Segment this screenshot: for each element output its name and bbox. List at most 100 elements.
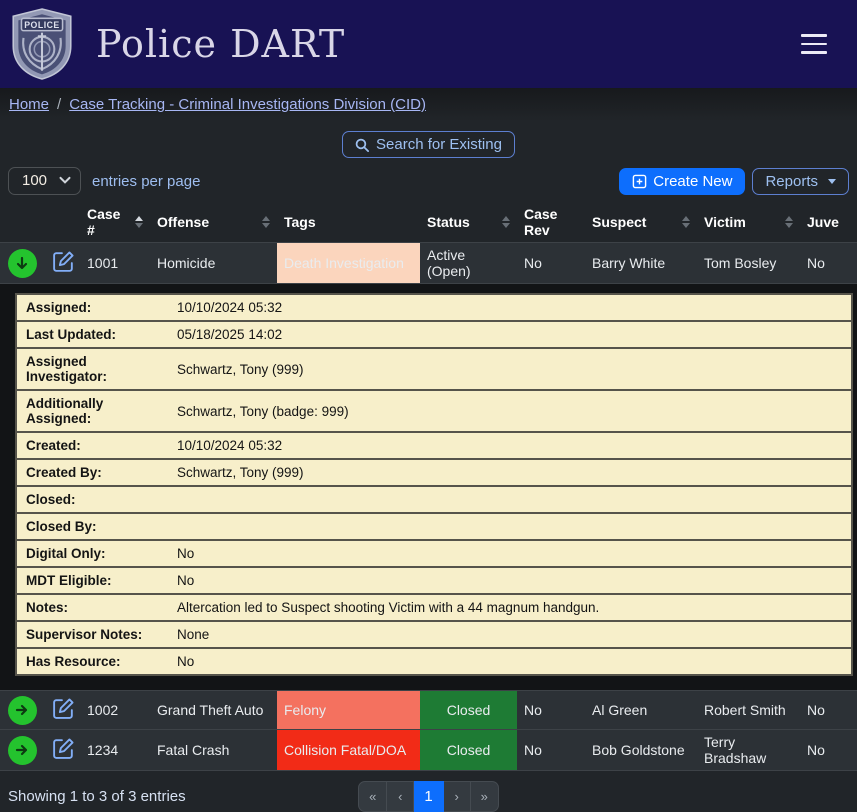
expand-row-button[interactable] <box>8 696 37 725</box>
status-cell: Active (Open) <box>420 243 517 284</box>
column-header-case[interactable]: Case # <box>80 202 150 243</box>
case-detail-value: No <box>168 648 852 675</box>
breadcrumb-home-link[interactable]: Home <box>9 96 49 113</box>
pagination: « ‹ 1 › » <box>358 781 499 812</box>
table-footer: Showing 1 to 3 of 3 entries « ‹ 1 › » <box>0 771 857 812</box>
search-existing-button[interactable]: Search for Existing <box>342 131 515 158</box>
expand-row-button[interactable] <box>8 736 37 765</box>
case-number-cell: 1002 <box>80 691 150 730</box>
case-detail-label: Last Updated: <box>16 321 168 348</box>
tag-cell: Collision Fatal/DOA <box>277 730 420 771</box>
offense-cell: Homicide <box>150 243 277 284</box>
case-details-table: Assigned:10/10/2024 05:32Last Updated:05… <box>15 293 853 676</box>
reports-label: Reports <box>765 173 818 190</box>
create-new-button[interactable]: Create New <box>619 168 745 195</box>
case-detail-row: Created:10/10/2024 05:32 <box>16 432 852 459</box>
case-detail-value: 10/10/2024 05:32 <box>168 294 852 321</box>
case-detail-row: Supervisor Notes:None <box>16 621 852 648</box>
pagination-first-button[interactable]: « <box>358 781 387 812</box>
pagination-next-button[interactable]: › <box>444 781 471 812</box>
arrow-down-icon <box>14 255 30 271</box>
case-detail-label: Assigned: <box>16 294 168 321</box>
victim-cell: Robert Smith <box>697 691 800 730</box>
entries-per-page-select[interactable]: 100 <box>8 167 81 195</box>
column-header-juve: Juve <box>800 202 857 243</box>
case-detail-row: Digital Only:No <box>16 540 852 567</box>
pencil-square-icon <box>51 749 76 764</box>
page-title: Police DART <box>96 22 345 66</box>
arrow-right-icon <box>14 702 30 718</box>
case-detail-value: Altercation led to Suspect shooting Vict… <box>168 594 852 621</box>
showing-entries-text: Showing 1 to 3 of 3 entries <box>8 788 358 805</box>
case-number-cell: 1234 <box>80 730 150 771</box>
case-detail-label: Closed By: <box>16 513 168 540</box>
case-detail-label: Created: <box>16 432 168 459</box>
search-row: Search for Existing <box>0 121 857 158</box>
sort-icon <box>785 216 793 228</box>
sort-icon <box>502 216 510 228</box>
case-detail-label: Has Resource: <box>16 648 168 675</box>
case-details-panel: Assigned:10/10/2024 05:32Last Updated:05… <box>0 284 857 691</box>
sort-icon <box>262 216 270 228</box>
case-detail-label: Additionally Assigned: <box>16 390 168 432</box>
case-detail-value: Schwartz, Tony (badge: 999) <box>168 390 852 432</box>
pagination-page-1-button[interactable]: 1 <box>414 781 443 812</box>
offense-cell: Grand Theft Auto <box>150 691 277 730</box>
entries-per-page-label: entries per page <box>92 173 200 190</box>
plus-square-icon <box>632 174 647 189</box>
suspect-cell: Barry White <box>585 243 697 284</box>
app-header: POLICE Police DART <box>0 0 857 88</box>
svg-text:POLICE: POLICE <box>24 20 60 30</box>
case-detail-row: Created By:Schwartz, Tony (999) <box>16 459 852 486</box>
edit-case-button[interactable] <box>51 249 76 277</box>
case-detail-label: MDT Eligible: <box>16 567 168 594</box>
suspect-cell: Al Green <box>585 691 697 730</box>
table-header-row: Case # Offense Tags Status Case Rev Susp… <box>0 202 857 243</box>
hamburger-menu-icon[interactable] <box>797 30 831 58</box>
case-rev-cell: No <box>517 691 585 730</box>
case-row-1234: 1234 Fatal Crash Collision Fatal/DOA Clo… <box>0 730 857 771</box>
column-header-case-rev: Case Rev <box>517 202 585 243</box>
column-header-status[interactable]: Status <box>420 202 517 243</box>
case-detail-row: Closed By: <box>16 513 852 540</box>
column-header-victim[interactable]: Victim <box>697 202 800 243</box>
case-detail-row: Closed: <box>16 486 852 513</box>
status-cell: Closed <box>420 691 517 730</box>
pencil-square-icon <box>51 709 76 724</box>
juve-cell: No <box>800 691 857 730</box>
tag-cell: Felony <box>277 691 420 730</box>
case-rev-cell: No <box>517 243 585 284</box>
case-detail-label: Digital Only: <box>16 540 168 567</box>
case-detail-value: 10/10/2024 05:32 <box>168 432 852 459</box>
case-rev-cell: No <box>517 730 585 771</box>
suspect-cell: Bob Goldstone <box>585 730 697 771</box>
breadcrumb-current-link[interactable]: Case Tracking - Criminal Investigations … <box>69 96 426 113</box>
status-cell: Closed <box>420 730 517 771</box>
edit-case-button[interactable] <box>51 736 76 764</box>
case-number-cell: 1001 <box>80 243 150 284</box>
collapse-row-button[interactable] <box>8 249 37 278</box>
cases-table: Case # Offense Tags Status Case Rev Susp… <box>0 202 857 771</box>
case-detail-row: Assigned Investigator:Schwartz, Tony (99… <box>16 348 852 390</box>
case-detail-label: Closed: <box>16 486 168 513</box>
case-detail-value: No <box>168 540 852 567</box>
pagination-prev-button[interactable]: ‹ <box>387 781 414 812</box>
caret-down-icon <box>828 179 836 184</box>
pagination-last-button[interactable]: » <box>471 781 499 812</box>
reports-dropdown-button[interactable]: Reports <box>752 168 849 195</box>
offense-cell: Fatal Crash <box>150 730 277 771</box>
case-detail-row: Last Updated:05/18/2025 14:02 <box>16 321 852 348</box>
column-header-suspect[interactable]: Suspect <box>585 202 697 243</box>
column-header-offense[interactable]: Offense <box>150 202 277 243</box>
pencil-square-icon <box>51 262 76 277</box>
case-details-body: Assigned:10/10/2024 05:32Last Updated:05… <box>16 294 852 675</box>
edit-case-button[interactable] <box>51 696 76 724</box>
case-detail-row: Additionally Assigned:Schwartz, Tony (ba… <box>16 390 852 432</box>
victim-cell: Terry Bradshaw <box>697 730 800 771</box>
case-detail-label: Supervisor Notes: <box>16 621 168 648</box>
police-badge-logo: POLICE <box>8 7 76 81</box>
juve-cell: No <box>800 243 857 284</box>
case-row-1001: 1001 Homicide Death Investigation Active… <box>0 243 857 284</box>
controls-row: 100 entries per page Create New Reports <box>0 158 857 202</box>
case-detail-label: Created By: <box>16 459 168 486</box>
